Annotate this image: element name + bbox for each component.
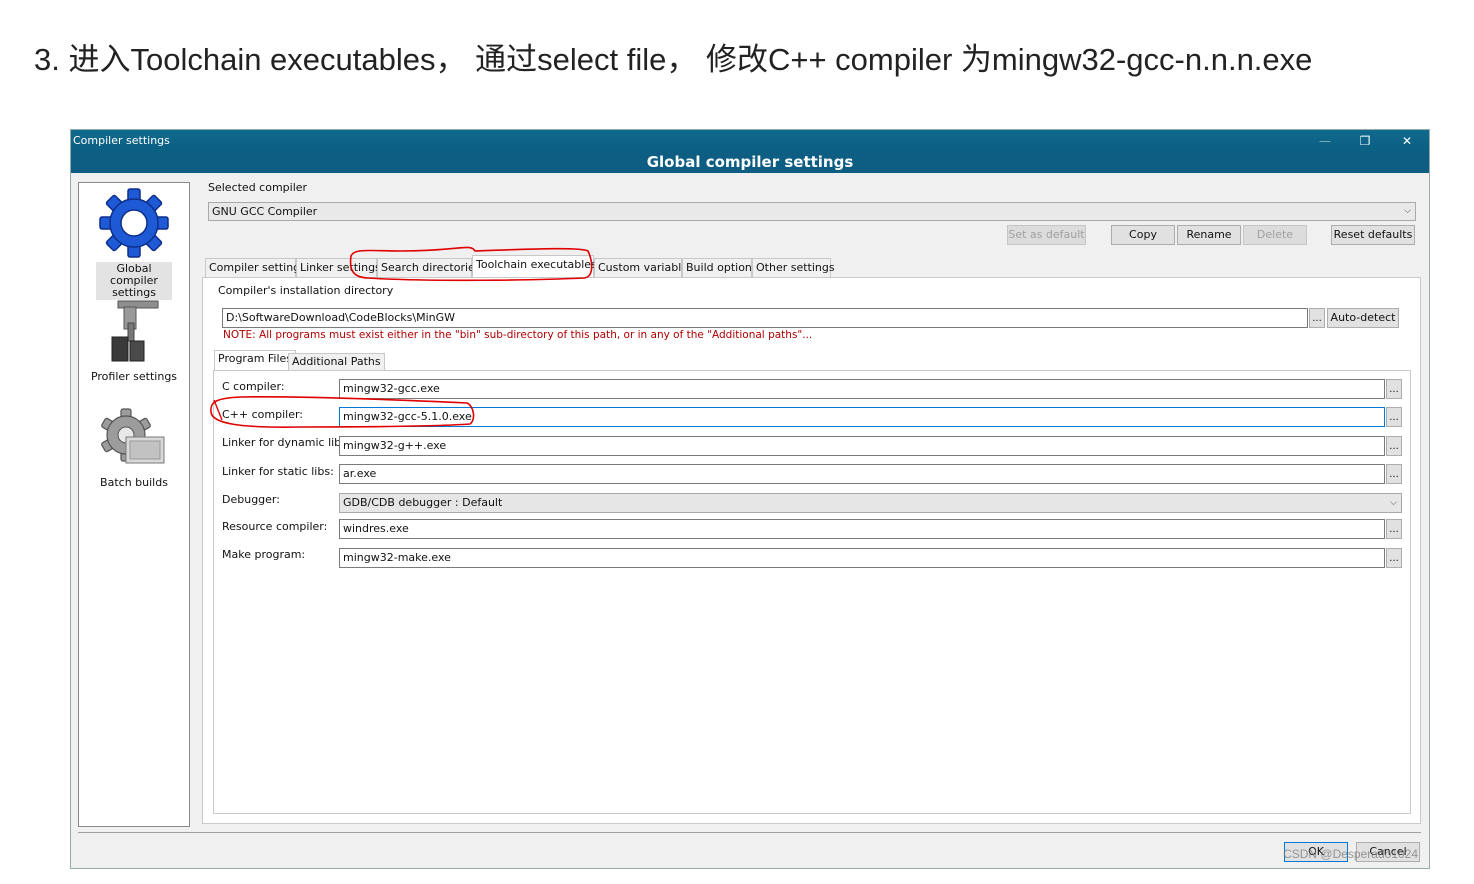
resource-compiler-input[interactable]: windres.exe <box>339 519 1385 539</box>
auto-detect-button[interactable]: Auto-detect <box>1327 308 1399 328</box>
debugger-label: Debugger: <box>222 493 280 506</box>
install-dir-note: NOTE: All programs must exist either in … <box>223 329 813 341</box>
tab-compiler-settings[interactable]: Compiler settings <box>205 258 306 277</box>
set-as-default-button[interactable]: Set as default <box>1007 225 1086 245</box>
minimize-button[interactable]: — <box>1305 132 1345 150</box>
compiler-select[interactable]: GNU GCC Compiler ⌵ <box>208 202 1416 221</box>
install-dir-browse-button[interactable]: ... <box>1309 308 1325 328</box>
linker-static-label: Linker for static libs: <box>222 465 334 478</box>
c-compiler-browse-button[interactable]: ... <box>1386 379 1402 399</box>
linker-static-browse-button[interactable]: ... <box>1386 464 1402 484</box>
selected-compiler-label: Selected compiler <box>208 181 308 194</box>
batch-builds-icon <box>79 407 189 476</box>
tab-custom-variables[interactable]: Custom variables <box>594 258 694 277</box>
linker-dynamic-input[interactable]: mingw32-g++.exe <box>339 436 1385 456</box>
tab-other-settings[interactable]: Other settings <box>752 258 835 277</box>
make-program-browse-button[interactable]: ... <box>1386 548 1402 568</box>
close-button[interactable]: ✕ <box>1387 132 1427 150</box>
dialog-banner: Global compiler settings <box>71 152 1429 173</box>
sidebar-item-profiler[interactable]: Profiler settings <box>79 297 189 384</box>
cpp-compiler-input[interactable]: mingw32-gcc-5.1.0.exe <box>339 407 1385 427</box>
debugger-select[interactable]: GDB/CDB debugger : Default ⌵ <box>339 493 1402 513</box>
cpp-compiler-label: C++ compiler: <box>222 408 304 421</box>
sidebar-item-label: Global compiler settings <box>96 262 172 300</box>
bottom-divider <box>78 832 1421 833</box>
chevron-down-icon: ⌵ <box>1390 498 1397 508</box>
settings-category-list[interactable]: Global compiler settings Profiler settin… <box>78 182 190 827</box>
linker-static-input[interactable]: ar.exe <box>339 464 1385 484</box>
linker-dynamic-label: Linker for dynamic libs: <box>222 436 351 449</box>
tab-search-directories[interactable]: Search directories <box>377 258 481 277</box>
rename-button[interactable]: Rename <box>1177 225 1241 245</box>
install-dir-label: Compiler's installation directory <box>218 284 394 297</box>
delete-button[interactable]: Delete <box>1243 225 1307 245</box>
resource-compiler-label: Resource compiler: <box>222 520 328 533</box>
tab-build-options[interactable]: Build options <box>682 258 758 277</box>
compiler-select-value: GNU GCC Compiler <box>212 205 318 218</box>
watermark: CSDN @Desperado1024 <box>1283 847 1418 861</box>
c-compiler-label: C compiler: <box>222 380 285 393</box>
subtab-additional-paths[interactable]: Additional Paths <box>288 353 385 371</box>
linker-dynamic-browse-button[interactable]: ... <box>1386 436 1402 456</box>
copy-button[interactable]: Copy <box>1111 225 1175 245</box>
reset-defaults-button[interactable]: Reset defaults <box>1331 225 1415 245</box>
step-heading: 3. 进入Toolchain executables， 通过select fil… <box>34 42 1313 77</box>
window-title: Compiler settings <box>73 134 170 147</box>
resource-compiler-browse-button[interactable]: ... <box>1386 519 1402 539</box>
tab-linker-settings[interactable]: Linker settings <box>296 258 381 277</box>
make-program-input[interactable]: mingw32-make.exe <box>339 548 1385 568</box>
compiler-settings-window: Compiler settings — ❐ ✕ Global compiler … <box>70 129 1430 869</box>
subtab-program-files[interactable]: Program Files <box>214 350 297 370</box>
cpp-compiler-browse-button[interactable]: ... <box>1386 407 1402 427</box>
chevron-down-icon: ⌵ <box>1404 206 1411 216</box>
sidebar-item-label: Profiler settings <box>90 370 178 383</box>
gear-icon <box>79 187 189 262</box>
window-titlebar[interactable]: Compiler settings — ❐ ✕ <box>71 130 1429 152</box>
maximize-button[interactable]: ❐ <box>1345 132 1385 150</box>
make-program-label: Make program: <box>222 548 306 561</box>
c-compiler-input[interactable]: mingw32-gcc.exe <box>339 379 1385 399</box>
sidebar-item-global-compiler[interactable]: Global compiler settings <box>79 187 189 300</box>
install-dir-input[interactable]: D:\SoftwareDownload\CodeBlocks\MinGW <box>222 308 1308 328</box>
sidebar-item-batch-builds[interactable]: Batch builds <box>79 407 189 490</box>
profiler-icon <box>79 297 189 370</box>
sidebar-item-label: Batch builds <box>100 476 168 489</box>
debugger-select-value: GDB/CDB debugger : Default <box>343 496 503 509</box>
tab-toolchain-executables[interactable]: Toolchain executables <box>472 255 597 277</box>
